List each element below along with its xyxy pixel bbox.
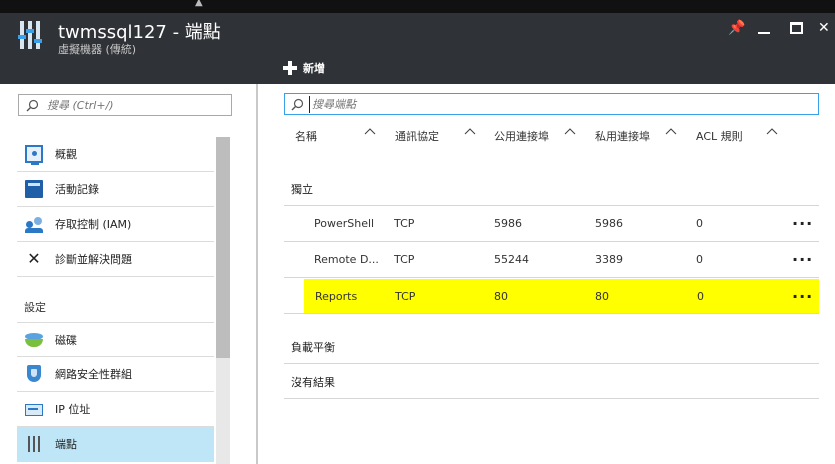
more-options-icon[interactable]: ...	[792, 246, 813, 265]
sort-chevron-up-icon[interactable]	[363, 125, 377, 139]
sort-chevron-up-icon[interactable]	[765, 125, 779, 139]
cell-private-port: 3389	[595, 253, 623, 266]
column-header-public-port[interactable]: 公用連接埠	[494, 128, 549, 144]
nav-item-label: 端點	[55, 438, 77, 451]
nav-item-overview[interactable]: 概觀	[17, 137, 214, 172]
more-options-icon[interactable]: ...	[792, 283, 813, 302]
left-nav-pane: 概觀 活動記錄 存取控制 (IAM) ✕ 診斷並解決問題 設定 磁碟 網路安全性…	[0, 84, 258, 464]
nav-item-nsg[interactable]: 網路安全性群組	[17, 357, 214, 392]
nav-item-label: 存取控制 (IAM)	[55, 218, 132, 231]
cell-public-port: 5986	[494, 217, 522, 230]
table-row[interactable]: Remote D... TCP 55244 3389 0 ...	[284, 242, 819, 278]
nav-item-disks[interactable]: 磁碟	[17, 322, 214, 357]
ip-address-icon	[25, 404, 43, 416]
cell-public-port: 55244	[494, 253, 529, 266]
page-subtitle: 虛擬機器 (傳統)	[58, 43, 137, 56]
nav-item-activity-log[interactable]: 活動記錄	[17, 172, 214, 207]
nav-item-label: IP 位址	[55, 403, 91, 416]
search-icon	[26, 99, 39, 112]
endpoint-blade-icon	[18, 21, 46, 51]
cursor-arrow-icon: ▲	[195, 0, 203, 8]
nav-item-label: 磁碟	[55, 333, 77, 347]
table-row[interactable]: PowerShell TCP 5986 5986 0 ...	[284, 206, 819, 242]
tools-icon: ✕	[27, 249, 41, 268]
users-icon	[25, 215, 43, 233]
sort-chevron-up-icon[interactable]	[664, 125, 678, 139]
table-row-highlighted[interactable]: Reports TCP 80 80 0 ...	[284, 278, 819, 314]
cell-protocol: TCP	[394, 253, 415, 266]
menu-search-input[interactable]	[47, 97, 227, 114]
cell-acl: 0	[696, 253, 703, 266]
more-options-icon[interactable]: ...	[792, 210, 813, 229]
divider	[284, 398, 819, 399]
cell-name: Remote D...	[314, 253, 379, 266]
pin-icon[interactable]: 📌	[728, 19, 745, 37]
plus-icon	[283, 61, 297, 75]
group-title-load-balanced: 負載平衡	[291, 341, 335, 354]
nav-item-label: 概觀	[55, 148, 77, 161]
column-header-private-port[interactable]: 私用連接埠	[595, 128, 650, 144]
row-highlight	[304, 279, 819, 313]
scrollbar-thumb[interactable]	[216, 137, 230, 358]
cell-name: Reports	[315, 290, 358, 303]
cell-protocol: TCP	[395, 290, 416, 303]
add-button[interactable]: 新增	[283, 59, 325, 77]
sort-chevron-up-icon[interactable]	[463, 125, 477, 139]
shield-icon	[25, 365, 43, 383]
column-header-protocol[interactable]: 通訊協定	[395, 128, 439, 144]
minimize-icon[interactable]	[758, 32, 770, 34]
overview-icon	[25, 145, 43, 165]
search-icon	[291, 98, 304, 111]
nav-item-iam[interactable]: 存取控制 (IAM)	[17, 207, 214, 242]
close-icon[interactable]: ✕	[818, 19, 830, 37]
endpoint-icon	[25, 435, 43, 453]
cell-protocol: TCP	[394, 217, 415, 230]
cell-public-port: 80	[494, 290, 508, 303]
column-header-name[interactable]: 名稱	[295, 128, 317, 144]
section-label-settings: 設定	[24, 301, 46, 314]
cell-acl: 0	[697, 290, 704, 303]
top-strip: ▲	[0, 0, 835, 13]
cell-private-port: 80	[595, 290, 609, 303]
endpoints-blade: ▲ twmssql127 - 端點 虛擬機器 (傳統) 📌 ✕ 新增 搜尋 (C…	[0, 0, 835, 464]
nav-item-diagnose[interactable]: ✕ 診斷並解決問題	[17, 242, 214, 277]
divider	[284, 363, 819, 364]
add-button-label: 新增	[303, 62, 325, 75]
menu-search-box	[18, 94, 232, 116]
endpoint-search-input[interactable]	[309, 96, 809, 113]
empty-state-text: 沒有結果	[291, 376, 335, 389]
cell-name: PowerShell	[314, 217, 375, 230]
cell-acl: 0	[696, 217, 703, 230]
nav-item-label: 活動記錄	[55, 183, 99, 196]
group-title-standalone: 獨立	[291, 183, 313, 196]
activity-log-icon	[25, 180, 43, 198]
sort-chevron-up-icon[interactable]	[563, 125, 577, 139]
maximize-icon[interactable]	[790, 22, 803, 34]
disk-icon	[25, 331, 43, 349]
cell-private-port: 5986	[595, 217, 623, 230]
endpoint-search-box	[284, 93, 819, 115]
endpoints-content: 名稱 通訊協定 公用連接埠 私用連接埠 ACL 規則 獨立 PowerShell…	[260, 84, 835, 464]
column-header-acl[interactable]: ACL 規則	[696, 128, 743, 144]
nav-item-label: 診斷並解決問題	[55, 253, 132, 266]
nav-item-endpoints[interactable]: 端點	[17, 427, 214, 462]
nav-item-label: 網路安全性群組	[55, 368, 132, 381]
nav-item-ip-address[interactable]: IP 位址	[17, 392, 214, 427]
blade-header: twmssql127 - 端點 虛擬機器 (傳統) 📌 ✕ 新增	[0, 13, 835, 84]
